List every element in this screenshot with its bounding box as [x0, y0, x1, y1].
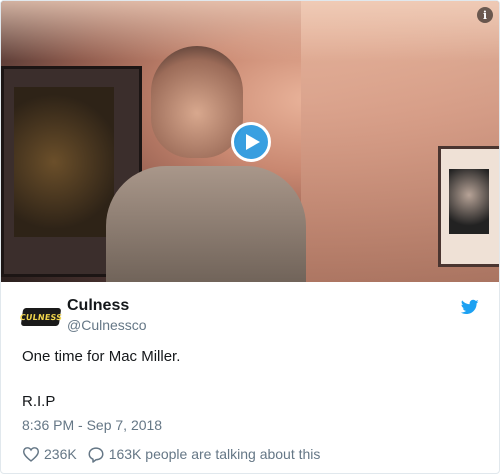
play-button[interactable]: [231, 122, 271, 162]
twitter-bird-icon[interactable]: [460, 298, 480, 316]
tweet-actions: 236K 163K people are talking about this: [22, 445, 330, 463]
video-thumbnail[interactable]: i: [1, 1, 499, 282]
speech-bubble-icon: [88, 446, 104, 463]
like-count: 236K: [44, 446, 77, 462]
embedded-tweet-card: i CULNESS Culness @Culnessco One time fo…: [0, 0, 500, 474]
reply-button[interactable]: 163K people are talking about this: [87, 446, 321, 463]
person-figure: [106, 46, 306, 282]
tweet-text-line1: One time for Mac Miller.: [22, 348, 181, 365]
tweet-text-line2: R.I.P: [22, 393, 56, 410]
avatar[interactable]: CULNESS: [19, 308, 63, 326]
author-handle[interactable]: @Culnessco: [67, 317, 147, 333]
like-button[interactable]: 236K: [22, 446, 77, 462]
wall-photo-frame: [438, 146, 499, 267]
tweet-timestamp[interactable]: 8:36 PM - Sep 7, 2018: [22, 417, 162, 433]
talking-count: 163K people are talking about this: [108, 446, 321, 462]
author-name[interactable]: Culness: [67, 297, 129, 315]
heart-icon: [22, 447, 40, 462]
play-icon: [245, 134, 260, 150]
info-icon[interactable]: i: [477, 7, 493, 23]
